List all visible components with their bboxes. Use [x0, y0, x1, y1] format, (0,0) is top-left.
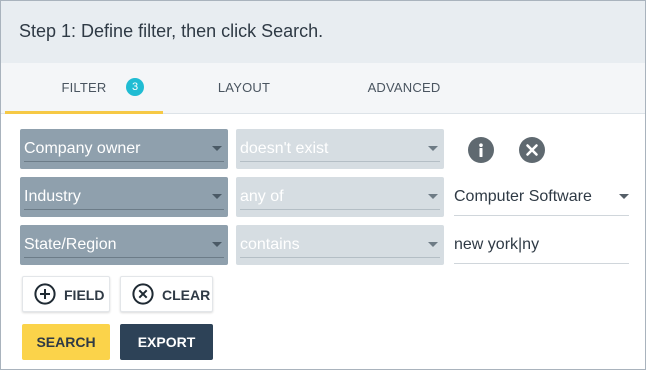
add-field-button[interactable]: FIELD [22, 276, 110, 312]
field-select-industry[interactable]: Industry [20, 177, 228, 217]
caret-down-icon [428, 242, 438, 247]
export-button[interactable]: EXPORT [120, 324, 213, 360]
caret-down-icon [428, 194, 438, 199]
tab-advanced-label: ADVANCED [367, 80, 441, 95]
input-underline [454, 215, 629, 216]
select-underline [24, 161, 224, 162]
operator-select-state-region[interactable]: contains [236, 225, 444, 265]
operator-select-value: any of [240, 188, 284, 205]
select-underline [24, 257, 224, 258]
field-select-company-owner[interactable]: Company owner [20, 129, 228, 169]
value-input-state-region[interactable]: new york|ny [454, 225, 629, 265]
field-select-value: State/Region [24, 236, 117, 253]
tab-advanced[interactable]: ADVANCED [325, 63, 483, 113]
clear-button[interactable]: CLEAR [120, 276, 213, 312]
caret-down-icon [428, 146, 438, 151]
caret-down-icon [212, 146, 222, 151]
step-title: Step 1: Define filter, then click Search… [19, 21, 324, 41]
select-underline [24, 209, 224, 210]
close-circle-icon[interactable] [519, 137, 545, 163]
tab-layout-label: LAYOUT [217, 80, 271, 95]
add-field-label: FIELD [64, 287, 105, 303]
operator-select-value: doesn't exist [240, 140, 329, 157]
value-input-text: new york|ny [454, 236, 540, 253]
step-header: Step 1: Define filter, then click Search… [1, 1, 645, 63]
caret-down-icon [212, 242, 222, 247]
value-select-text: Computer Software [454, 188, 592, 205]
select-underline [240, 161, 440, 162]
filter-panel: Step 1: Define filter, then click Search… [0, 0, 646, 370]
filter-count-badge: 3 [126, 78, 144, 96]
tab-filter-label: FILTER [61, 80, 107, 95]
caret-down-icon [619, 194, 629, 199]
operator-select-company-owner[interactable]: doesn't exist [236, 129, 444, 169]
x-circle-icon [132, 283, 154, 305]
field-select-value: Industry [24, 188, 81, 205]
caret-down-icon [212, 194, 222, 199]
search-button[interactable]: SEARCH [22, 324, 110, 360]
clear-label: CLEAR [162, 287, 211, 303]
plus-circle-icon [34, 283, 56, 305]
operator-select-value: contains [240, 236, 300, 253]
value-select-industry[interactable]: Computer Software [454, 177, 629, 217]
tab-bar: FILTER 3 LAYOUT ADVANCED [1, 63, 645, 114]
field-select-state-region[interactable]: State/Region [20, 225, 228, 265]
tab-layout[interactable]: LAYOUT [165, 63, 323, 113]
operator-select-industry[interactable]: any of [236, 177, 444, 217]
info-icon[interactable] [468, 137, 494, 163]
active-tab-indicator [5, 111, 163, 114]
select-underline [240, 209, 440, 210]
select-underline [240, 257, 440, 258]
input-underline [454, 263, 629, 264]
field-select-value: Company owner [24, 140, 141, 157]
